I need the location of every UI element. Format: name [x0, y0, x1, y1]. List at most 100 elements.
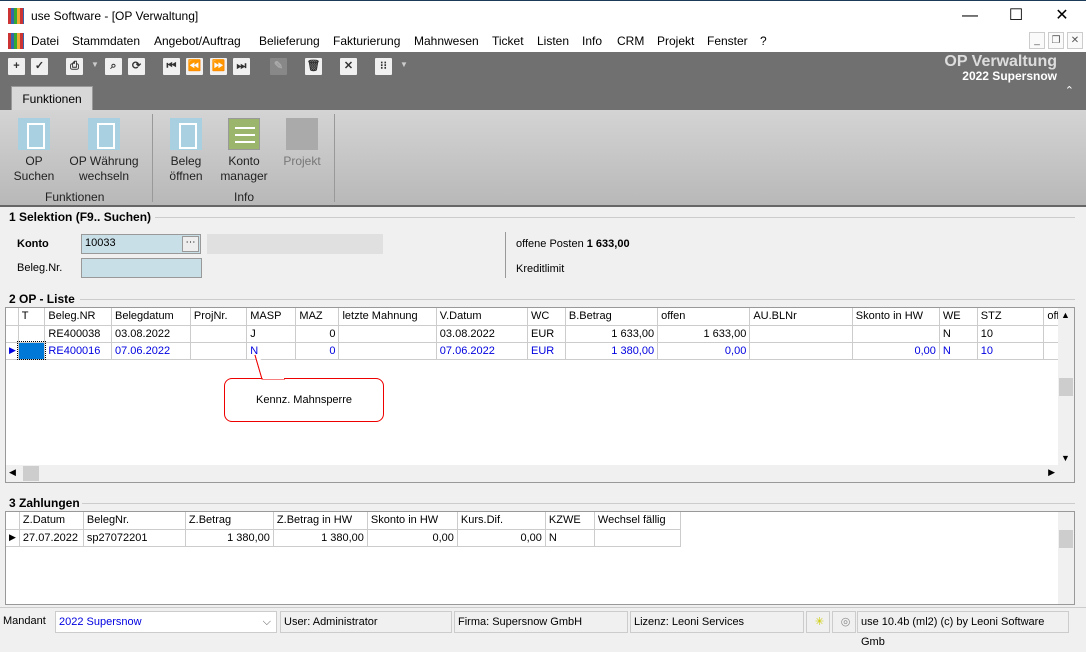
column-header[interactable]: Skonto in HW: [852, 308, 940, 326]
column-header[interactable]: KZWE: [545, 512, 595, 530]
table-cell[interactable]: 0,00: [367, 529, 458, 547]
table-cell[interactable]: 0,00: [657, 342, 751, 360]
table-cell[interactable]: 1 633,00: [657, 325, 751, 343]
mdi-restore-button[interactable]: ❐: [1048, 32, 1064, 49]
vertical-scrollbar[interactable]: ▲ ▼: [1058, 308, 1074, 482]
menu-fakturierung[interactable]: Fakturierung: [333, 34, 400, 48]
tab-funktionen[interactable]: Funktionen: [11, 86, 93, 110]
table-cell[interactable]: [852, 325, 940, 343]
scroll-up-icon[interactable]: ▲: [1061, 310, 1070, 320]
column-header[interactable]: ProjNr.: [190, 308, 248, 326]
zahlungen-grid[interactable]: Z.Datum BelegNr. Z.Betrag Z.Betrag in HW Sko…: [5, 511, 1075, 605]
menu-ticket[interactable]: Ticket: [492, 34, 524, 48]
column-header[interactable]: WE: [939, 308, 978, 326]
scroll-thumb[interactable]: [1059, 530, 1073, 548]
scroll-down-icon[interactable]: ▼: [1061, 453, 1070, 463]
table-cell[interactable]: 07.06.2022: [436, 342, 528, 360]
table-cell[interactable]: 03.08.2022: [436, 325, 528, 343]
table-cell[interactable]: [190, 325, 248, 343]
column-header[interactable]: MASP: [246, 308, 297, 326]
beleg-oeffnen-button[interactable]: Beleg öffnen: [162, 118, 210, 184]
menu-crm[interactable]: CRM: [617, 34, 644, 48]
table-cell[interactable]: [338, 342, 437, 360]
horizontal-scrollbar[interactable]: ◀ ▶: [6, 465, 1058, 482]
table-cell[interactable]: [749, 325, 853, 343]
column-header[interactable]: Wechsel fällig: [594, 512, 681, 530]
mdi-minimize-button[interactable]: _: [1029, 32, 1045, 49]
column-header[interactable]: B.Betrag: [565, 308, 659, 326]
last-record-icon[interactable]: ⏭: [233, 58, 250, 75]
menu-projekt[interactable]: Projekt: [657, 34, 694, 48]
table-cell[interactable]: 1 380,00: [185, 529, 274, 547]
mdi-close-button[interactable]: ✕: [1067, 32, 1083, 49]
table-cell[interactable]: 10: [977, 342, 1045, 360]
minimize-button[interactable]: —: [947, 5, 993, 27]
print-dropdown-icon[interactable]: ▼: [91, 60, 99, 69]
table-cell[interactable]: [190, 342, 248, 360]
grid-menu-icon[interactable]: ⁝⁝: [375, 58, 392, 75]
column-header[interactable]: STZ: [977, 308, 1045, 326]
table-cell[interactable]: 10: [977, 325, 1045, 343]
table-cell[interactable]: [338, 325, 437, 343]
check-icon[interactable]: ✓: [31, 58, 48, 75]
column-header[interactable]: Kurs.Dif.: [457, 512, 546, 530]
vertical-scrollbar[interactable]: [1058, 512, 1074, 604]
column-header[interactable]: Z.Betrag: [185, 512, 274, 530]
table-cell[interactable]: 0: [295, 325, 340, 343]
scroll-right-icon[interactable]: ▶: [1048, 467, 1055, 478]
menu-stammdaten[interactable]: Stammdaten: [72, 34, 140, 48]
column-header[interactable]: offen: [657, 308, 751, 326]
menu-listen[interactable]: Listen: [537, 34, 569, 48]
table-cell[interactable]: 27.07.2022: [19, 529, 84, 547]
column-header[interactable]: T: [18, 308, 46, 326]
op-liste-grid[interactable]: T Beleg.NR Belegdatum ProjNr. MASP MAZ letzte …: [5, 307, 1075, 483]
column-header[interactable]: Beleg.NR: [44, 308, 113, 326]
table-cell[interactable]: J: [246, 325, 297, 343]
table-cell[interactable]: 0: [295, 342, 340, 360]
table-cell[interactable]: EUR: [527, 325, 566, 343]
column-header[interactable]: BelegNr.: [83, 512, 186, 530]
column-header[interactable]: Z.Betrag in HW: [273, 512, 368, 530]
table-cell[interactable]: [749, 342, 853, 360]
column-header[interactable]: Skonto in HW: [367, 512, 458, 530]
table-cell[interactable]: N: [939, 325, 978, 343]
table-cell[interactable]: sp27072201: [83, 529, 186, 547]
table-cell[interactable]: RE400038: [44, 325, 113, 343]
search-icon[interactable]: ⌕: [105, 58, 122, 75]
konto-lookup-button[interactable]: ⋯: [182, 236, 199, 252]
table-cell[interactable]: EUR: [527, 342, 566, 360]
table-cell[interactable]: N: [545, 529, 595, 547]
konto-manager-button[interactable]: Konto manager: [218, 118, 270, 184]
previous-record-icon[interactable]: ⏪: [186, 58, 203, 75]
first-record-icon[interactable]: ⏮: [163, 58, 180, 75]
table-cell[interactable]: 0,00: [852, 342, 940, 360]
table-row[interactable]: ▶ 27.07.2022 sp27072201 1 380,00 1 380,00 0,0…: [6, 529, 681, 547]
table-cell[interactable]: 1 380,00: [565, 342, 659, 360]
add-icon[interactable]: +: [8, 58, 25, 75]
table-cell[interactable]: 07.06.2022: [111, 342, 191, 360]
table-cell[interactable]: N: [939, 342, 978, 360]
notification-icon[interactable]: ✳: [806, 611, 830, 633]
table-cell[interactable]: RE400016: [44, 342, 113, 360]
menu-mahnwesen[interactable]: Mahnwesen: [414, 34, 479, 48]
column-header[interactable]: Belegdatum: [111, 308, 191, 326]
scroll-thumb[interactable]: [1059, 378, 1073, 396]
menu-datei[interactable]: Datei: [31, 34, 59, 48]
table-cell[interactable]: [18, 325, 46, 343]
table-row[interactable]: RE400038 03.08.2022 J 0 03.08.2022 EUR 1 633,0…: [6, 325, 1074, 343]
column-header[interactable]: letzte Mahnung: [338, 308, 437, 326]
menu-angebotauftrag[interactable]: Angebot/Auftrag: [154, 34, 241, 48]
next-record-icon[interactable]: ⏩: [210, 58, 227, 75]
scroll-thumb[interactable]: [23, 466, 39, 481]
grid-dropdown-icon[interactable]: ▼: [400, 60, 408, 69]
table-cell[interactable]: [17, 341, 46, 360]
table-row[interactable]: ▶ RE400016 07.06.2022 N 0 07.06.2022 EUR 1 380,…: [6, 341, 1074, 360]
column-header[interactable]: AU.BLNr: [749, 308, 853, 326]
cancel-icon[interactable]: ✕: [340, 58, 357, 75]
collapse-ribbon-icon[interactable]: ⌃: [1065, 84, 1074, 97]
column-header[interactable]: WC: [527, 308, 566, 326]
op-waehrung-wechseln-button[interactable]: OP Währung wechseln: [66, 118, 142, 184]
close-button[interactable]: ✕: [1039, 5, 1085, 27]
scroll-left-icon[interactable]: ◀: [9, 467, 16, 478]
column-header[interactable]: MAZ: [295, 308, 340, 326]
